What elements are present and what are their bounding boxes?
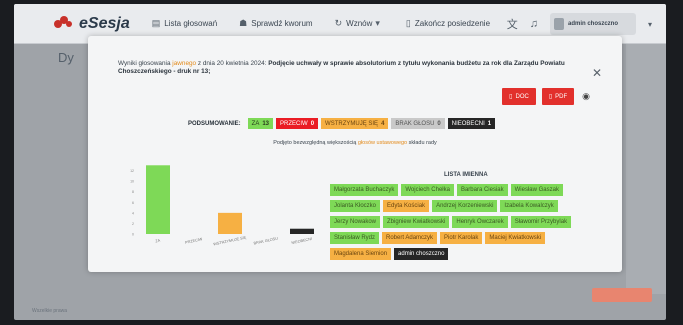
y-tick-label: 12 [130, 169, 134, 173]
y-tick-label: 4 [132, 211, 134, 215]
x-tick-label: ZA [155, 238, 161, 243]
nav-label: Lista głosowań [164, 19, 218, 28]
header-right: 文 ♫ admin choszczno ▾ [507, 13, 652, 35]
pdf-button[interactable]: ▯ PDF [541, 88, 575, 105]
nav-label: Wznów [346, 19, 373, 28]
summary-label: PODSUMOWANIE: [188, 120, 241, 127]
document-icon: ▯ [405, 18, 411, 28]
majority-text-end: składu rady [407, 140, 437, 146]
export-buttons: ▯ DOC ▯ PDF ◉ [502, 88, 590, 105]
summary-nieobecni-label: NIEOBECNI [451, 120, 485, 127]
voter-name-item: Piotr Karolak [440, 232, 483, 244]
nav-sprawdz-kworum[interactable]: ☗ Sprawdź kworum [239, 18, 312, 29]
summary-nieobecni-count: 1 [487, 120, 492, 127]
summary-wstrzymuje: WSTRZYMUJĘ SIĘ 4 [321, 118, 389, 129]
voter-name-item: Edyta Kościak [383, 200, 430, 212]
doc-button[interactable]: ▯ DOC [502, 88, 536, 105]
title-text: Wyniki głosowania [118, 60, 173, 67]
majority-highlight: głosów ustawowego [357, 140, 408, 146]
monitor-screen: eSesja ▤ Lista głosowań ☗ Sprawdź kworum… [14, 4, 666, 320]
voter-name-item: Robert Adamczyk [382, 232, 438, 244]
nav-label: Sprawdź kworum [251, 19, 313, 28]
doc-button-label: DOC [515, 93, 529, 100]
y-tick-label: 10 [130, 180, 134, 184]
user-name: admin choszczno [567, 21, 618, 27]
bell-icon[interactable]: ♫ [530, 18, 538, 30]
language-icon[interactable]: 文 [507, 16, 518, 32]
x-tick-label: BRAK GŁOSU [253, 236, 278, 245]
list-icon: ▤ [151, 18, 161, 28]
voter-name-item: admin choszczno [394, 248, 449, 260]
voter-name-item: Małgorzata Buchaczyk [330, 184, 399, 196]
voter-name-item: Jolanta Kłoczko [330, 200, 381, 212]
summary-wstrzymuje-count: 4 [381, 120, 385, 127]
chart-bar [290, 228, 314, 234]
summary-za-count: 13 [262, 120, 270, 127]
names-list: Małgorzata Buchaczyk Wojciech Chełka Barba… [330, 184, 598, 260]
voter-name-item: Izabela Kowalczyk [500, 200, 558, 212]
chart-svg: 0 2 4 6 8 10 12 ZA PRZECIW WSTRZYMUJĘ SIĘ BRAK GŁO… [130, 165, 314, 246]
summary-za: ZA 13 [247, 118, 274, 129]
voter-name-item: Andrzej Korzeniewski [432, 200, 498, 212]
voter-name-item: Barbara Ciesiak [456, 184, 508, 196]
close-icon[interactable]: ✕ [592, 66, 602, 80]
footer-text: Wszelkie prawa [32, 308, 68, 314]
page-title: Dy [58, 50, 74, 65]
chart-bar [218, 212, 242, 234]
voter-name-item: Zbigniew Kwiatkowski [383, 216, 450, 228]
summary-wstrzymuje-label: WSTRZYMUJĘ SIĘ [325, 120, 379, 127]
summary-brak-count: 0 [437, 120, 441, 127]
refresh-icon: ↻ [334, 18, 343, 28]
voter-name-item: Magdalena Siemion [330, 248, 392, 260]
voter-name-item: Jerzy Nowakow [330, 216, 381, 228]
vote-results-modal: Wyniki głosowania jawnego z dnia 20 kwie… [88, 36, 622, 272]
voter-name-item: Wiesław Gaszak [510, 184, 563, 196]
title-date: z dnia 20 kwietnia 2024: [196, 60, 269, 67]
logo-text: eSesja [79, 14, 130, 32]
nav-label: Zakończ posiedzenie [414, 19, 491, 28]
voter-name-item: Maciej Kwiatkowski [485, 232, 546, 244]
y-tick-label: 8 [132, 190, 134, 194]
voter-name-item: Wojciech Chełka [401, 184, 454, 196]
x-tick-label: WSTRZYMUJĘ SIĘ [213, 235, 247, 246]
y-tick-label: 6 [132, 201, 134, 205]
voter-name-item: Stanisław Rydz [330, 232, 380, 244]
summary-brak-label: BRAK GŁOSU [395, 120, 435, 127]
file-icon: ▯ [509, 94, 513, 100]
summary-przeciw-count: 0 [310, 120, 315, 127]
eye-icon[interactable]: ◉ [582, 91, 590, 102]
people-icon: ☗ [239, 18, 248, 28]
background-panel [626, 44, 666, 294]
file-icon: ▯ [548, 94, 553, 100]
x-tick-label: NIEOBECNI [291, 237, 312, 245]
vote-summary: PODSUMOWANIE: ZA 13 PRZECIW 0 WSTRZYMUJĘ S… [188, 118, 496, 129]
nav-zakoncz-posiedzenie[interactable]: ▯ Zakończ posiedzenie [406, 18, 490, 29]
summary-przeciw: PRZECIW 0 [276, 118, 319, 129]
chevron-down-icon: ▾ [375, 18, 380, 28]
vote-bar-chart: 0 2 4 6 8 10 12 ZA PRZECIW WSTRZYMUJĘ SIĘ BRAK GŁO… [118, 154, 328, 274]
summary-za-label: ZA [251, 120, 260, 127]
y-tick-label: 2 [132, 222, 134, 226]
pdf-button-label: PDF [555, 93, 568, 100]
majority-note: Podjęto bezwzględną większością głosów u… [88, 140, 622, 146]
chart-bar [146, 165, 170, 234]
x-tick-label: PRZECIW [185, 237, 203, 245]
summary-nieobecni: NIEOBECNI 1 [447, 118, 496, 129]
names-list-title: LISTA IMIENNA [444, 172, 488, 178]
majority-text: Podjęto bezwzględną większością [273, 140, 358, 146]
chevron-down-icon[interactable]: ▾ [648, 20, 652, 29]
logo-mark-icon [54, 15, 76, 32]
summary-brak-glosu: BRAK GŁOSU 0 [391, 118, 445, 129]
user-menu[interactable]: admin choszczno [549, 13, 636, 35]
voter-name-item: Sławomir Przybylak [510, 216, 572, 228]
voter-name-item: Henryk Owczarek [452, 216, 508, 228]
nav-wznow[interactable]: ↻ Wznów ▾ [335, 18, 384, 29]
background-button [592, 288, 652, 302]
app-logo[interactable]: eSesja [54, 15, 130, 33]
title-highlight: jawnego [172, 60, 197, 67]
nav-lista-glosowan[interactable]: ▤ Lista głosowań [152, 18, 217, 29]
y-tick-label: 0 [132, 233, 134, 237]
summary-przeciw-label: PRZECIW [280, 120, 308, 127]
modal-title: Wyniki głosowania jawnego z dnia 20 kwie… [118, 60, 568, 76]
